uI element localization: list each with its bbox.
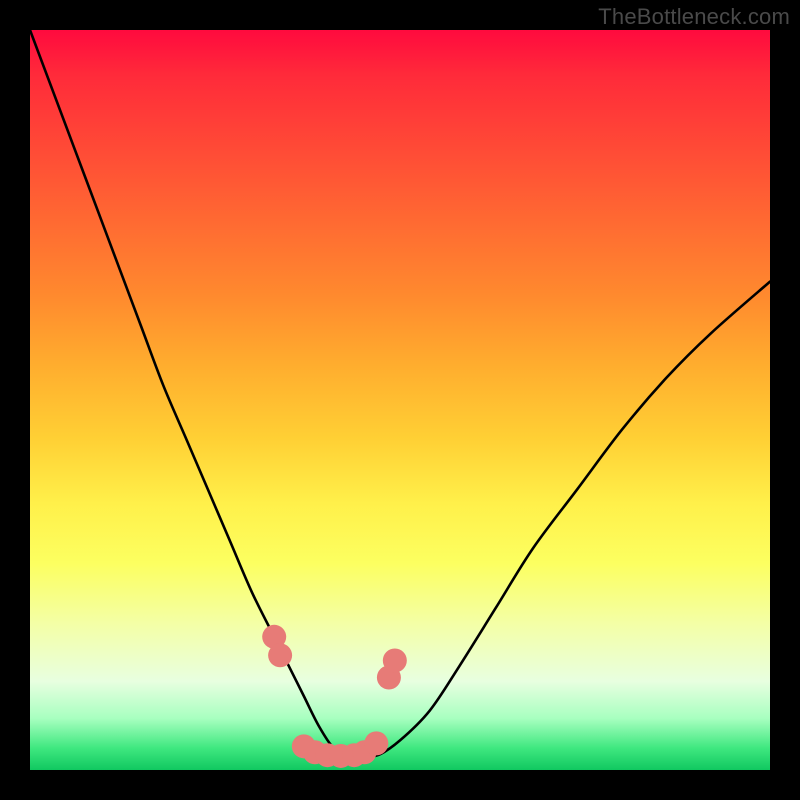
chart-plot-area <box>30 30 770 770</box>
chart-frame: TheBottleneck.com <box>0 0 800 800</box>
watermark-text: TheBottleneck.com <box>598 4 790 30</box>
